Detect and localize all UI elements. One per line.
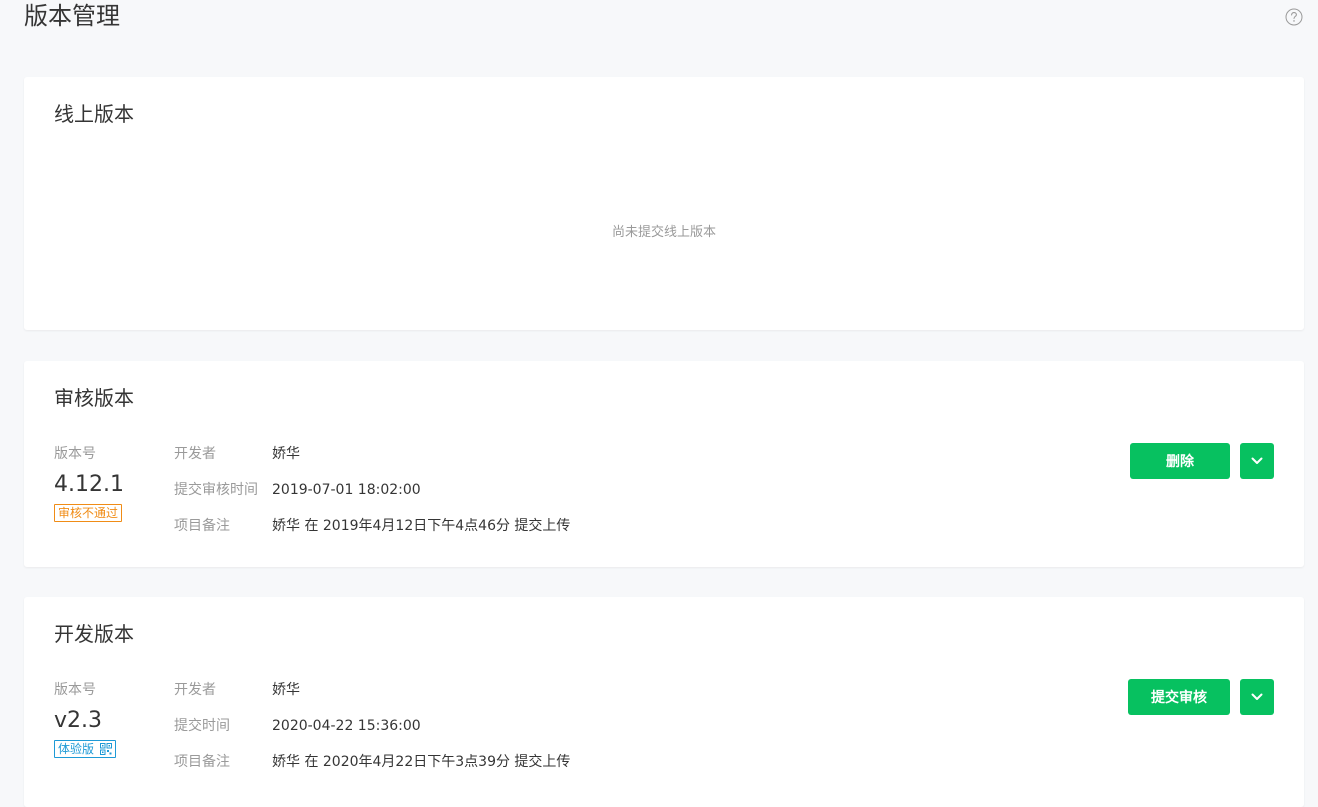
online-version-title: 线上版本 xyxy=(54,102,134,126)
status-badge: 审核不通过 xyxy=(54,504,123,522)
trial-version-badge[interactable]: 体验版 xyxy=(54,740,117,758)
info-value: 娇华 在 2020年4月22日下午3点39分 提交上传 xyxy=(272,754,571,770)
submit-review-button[interactable]: 提交审核 xyxy=(1128,679,1230,715)
version-number: 4.12.1 xyxy=(54,472,124,497)
dev-version-card: 开发版本 版本号 v2.3 体验版 开发者 娇华 提交时间 2020-04-22… xyxy=(24,597,1304,807)
info-value: 2019-07-01 18:02:00 xyxy=(272,482,421,498)
version-number-label: 版本号 xyxy=(54,446,96,462)
version-number-label: 版本号 xyxy=(54,682,96,698)
info-key: 提交时间 xyxy=(174,718,230,734)
online-empty-tip: 尚未提交线上版本 xyxy=(611,225,716,240)
page-title: 版本管理 xyxy=(24,2,120,30)
review-more-dropdown-button[interactable] xyxy=(1240,443,1274,479)
info-key: 开发者 xyxy=(174,682,216,698)
info-value: 娇华 在 2019年4月12日下午4点46分 提交上传 xyxy=(272,518,571,534)
info-key: 开发者 xyxy=(174,446,216,462)
info-key: 提交审核时间 xyxy=(174,482,258,498)
question-circle-icon[interactable] xyxy=(1285,8,1303,26)
info-value: 娇华 xyxy=(272,682,300,698)
delete-button[interactable]: 删除 xyxy=(1130,443,1230,479)
trial-badge-label: 体验版 xyxy=(58,742,95,756)
chevron-down-icon xyxy=(1251,457,1263,464)
info-key: 项目备注 xyxy=(174,518,230,534)
review-version-card: 审核版本 版本号 4.12.1 审核不通过 开发者 娇华 提交审核时间 2019… xyxy=(24,361,1304,567)
chevron-down-icon xyxy=(1251,693,1263,700)
review-version-block: 版本号 4.12.1 审核不通过 xyxy=(54,443,124,522)
dev-version-title: 开发版本 xyxy=(54,622,134,646)
dev-more-dropdown-button[interactable] xyxy=(1240,679,1274,715)
qrcode-icon xyxy=(100,743,113,755)
online-version-card: 线上版本 尚未提交线上版本 xyxy=(24,77,1304,330)
info-value: 娇华 xyxy=(272,446,300,462)
dev-version-block: 版本号 v2.3 体验版 xyxy=(54,679,117,758)
info-key: 项目备注 xyxy=(174,754,230,770)
version-number: v2.3 xyxy=(54,708,103,733)
review-version-title: 审核版本 xyxy=(54,386,134,410)
info-value: 2020-04-22 15:36:00 xyxy=(272,718,421,734)
